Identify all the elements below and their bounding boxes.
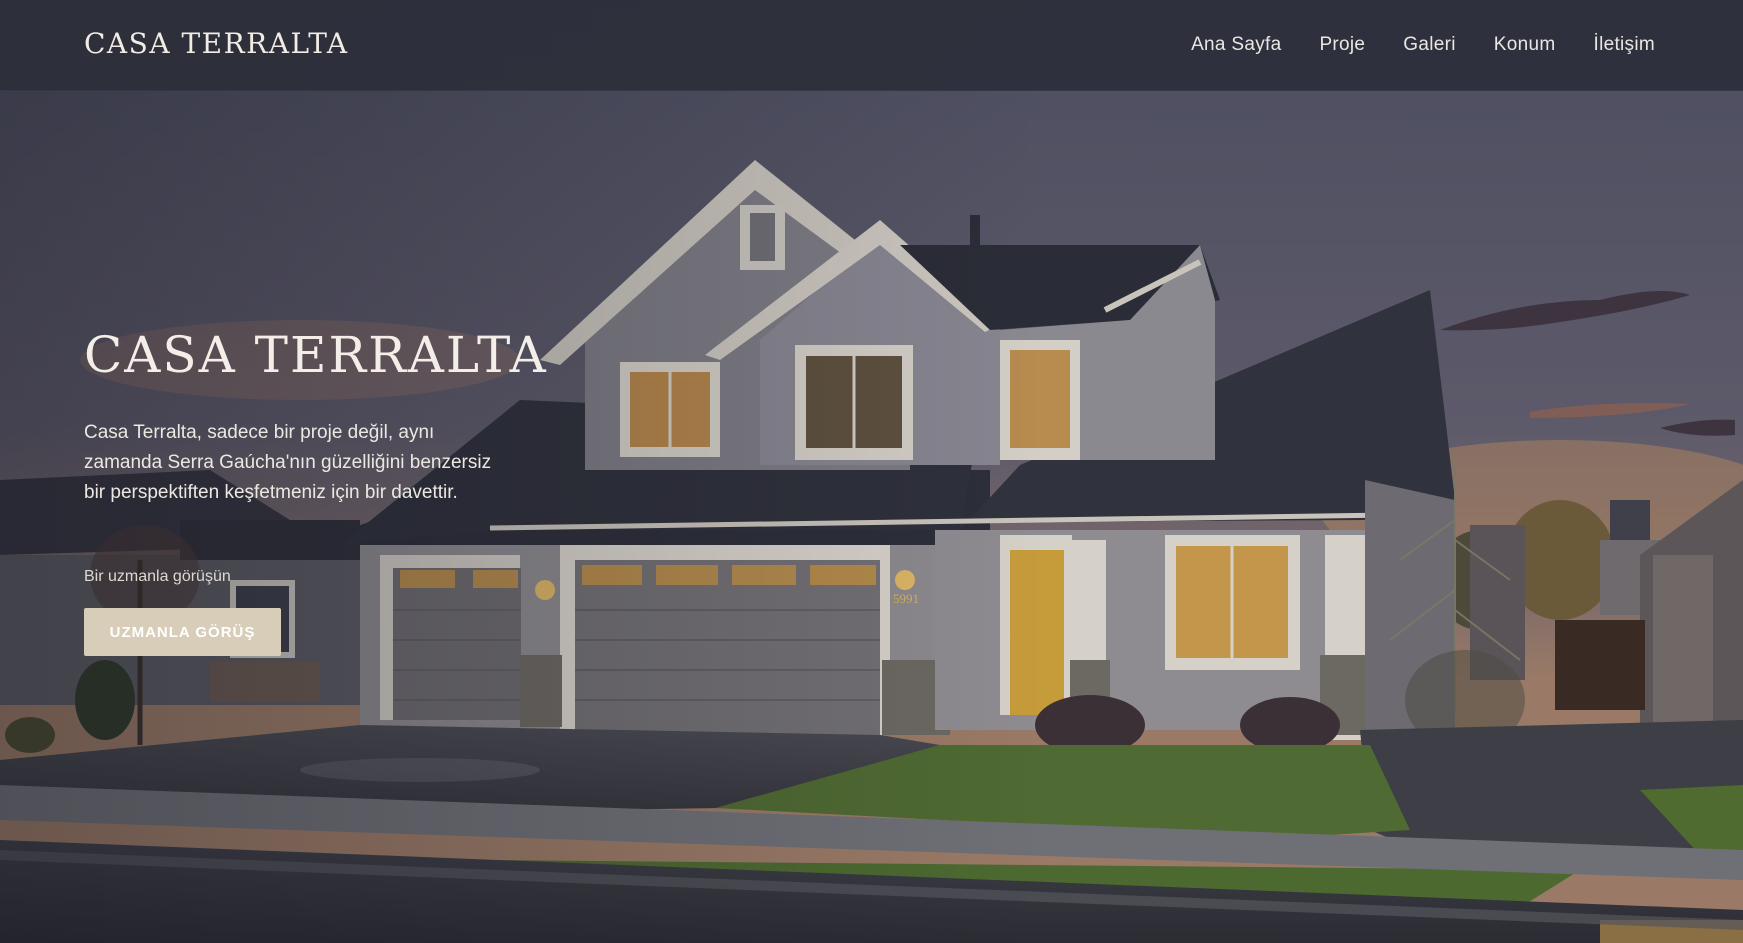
brand-logo[interactable]: CASA TERRALTA	[84, 27, 349, 60]
hero-title: CASA TERRALTA	[84, 326, 548, 384]
nav-item-galeri[interactable]: Galeri	[1403, 34, 1455, 56]
nav-item-proje[interactable]: Proje	[1319, 34, 1365, 56]
expert-contact-button[interactable]: UZMANLA GÖRÜŞ	[84, 608, 281, 656]
hero-description: Casa Terralta, sadece bir proje değil, a…	[84, 422, 492, 503]
top-navbar: CASA TERRALTA Ana Sayfa Proje Galeri Kon…	[0, 0, 1743, 91]
hero-subtext: Bir uzmanla görüşün	[84, 568, 231, 585]
nav-item-iletisim[interactable]: İletişim	[1593, 34, 1655, 56]
nav-item-konum[interactable]: Konum	[1494, 34, 1556, 56]
nav-item-ana-sayfa[interactable]: Ana Sayfa	[1191, 34, 1281, 56]
main-nav: Ana Sayfa Proje Galeri Konum İletişim	[1191, 34, 1655, 56]
